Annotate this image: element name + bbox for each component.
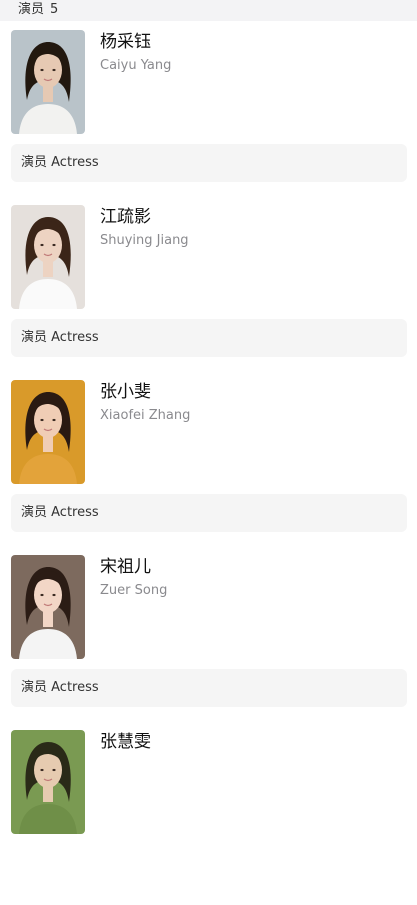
- avatar[interactable]: [11, 380, 85, 484]
- cast-card[interactable]: 张小斐 Xiaofei Zhang 演员 Actress: [0, 380, 417, 555]
- section-title: 演员: [18, 2, 45, 17]
- role-label: 演员 Actress: [11, 494, 407, 532]
- cast-list: 杨采钰 Caiyu Yang 演员 Actress 江疏影 Shuying Ji…: [0, 30, 417, 905]
- cast-card[interactable]: 杨采钰 Caiyu Yang 演员 Actress: [0, 30, 417, 205]
- cast-name[interactable]: 张慧雯: [100, 731, 151, 753]
- portrait-image: [11, 30, 85, 134]
- portrait-image: [11, 380, 85, 484]
- role-label: 演员 Actress: [11, 319, 407, 357]
- avatar[interactable]: [11, 555, 85, 659]
- avatar[interactable]: [11, 730, 85, 834]
- portrait-image: [11, 205, 85, 309]
- cast-name-english: Xiaofei Zhang: [100, 408, 191, 423]
- cast-name[interactable]: 宋祖儿: [100, 556, 151, 578]
- role-label: 演员 Actress: [11, 669, 407, 707]
- cast-name[interactable]: 江疏影: [100, 206, 151, 228]
- cast-name-english: Shuying Jiang: [100, 233, 189, 248]
- portrait-image: [11, 555, 85, 659]
- cast-name-english: Zuer Song: [100, 583, 168, 598]
- section-header: 演员 5: [0, 0, 417, 21]
- cast-card[interactable]: 宋祖儿 Zuer Song 演员 Actress: [0, 555, 417, 730]
- cast-count: 5: [50, 2, 59, 17]
- role-label: 演员 Actress: [11, 144, 407, 182]
- cast-name[interactable]: 杨采钰: [100, 31, 151, 53]
- avatar[interactable]: [11, 205, 85, 309]
- cast-name-english: Caiyu Yang: [100, 58, 172, 73]
- portrait-image: [11, 730, 85, 834]
- cast-card[interactable]: 张慧雯: [0, 730, 417, 905]
- cast-card[interactable]: 江疏影 Shuying Jiang 演员 Actress: [0, 205, 417, 380]
- cast-name[interactable]: 张小斐: [100, 381, 151, 403]
- avatar[interactable]: [11, 30, 85, 134]
